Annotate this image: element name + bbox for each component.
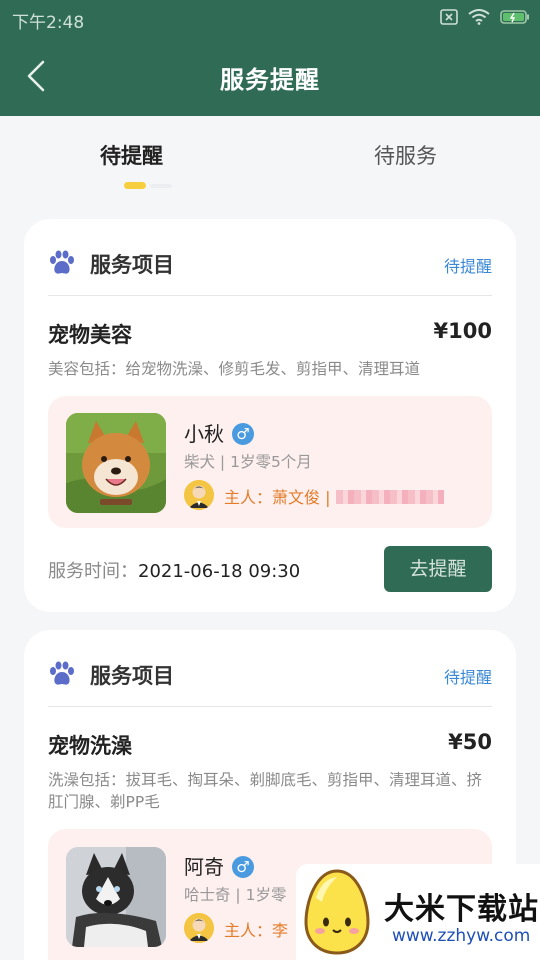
active-tab-indicator [124, 182, 146, 189]
redacted-phone [336, 490, 445, 504]
service-card[interactable]: 服务项目 待提醒 宠物美容 ¥100 美容包括：给宠物洗澡、修剪毛发、剪指甲、清… [24, 219, 516, 612]
status-time: 下午2:48 [12, 13, 85, 33]
pet-breed-age: 哈士奇 | 1岁零 [184, 886, 287, 904]
owner-name: 主人：萧文俊 | [224, 488, 331, 507]
pet-name: 阿奇 [184, 855, 224, 879]
tab-pending-reminder[interactable]: 待提醒 [100, 140, 163, 170]
pet-name-row: 小秋 ♂ [184, 418, 254, 447]
pet-info-box[interactable]: 小秋 ♂ 柴犬 | 1岁零5个月 主人：萧文俊 | [48, 396, 492, 528]
page-title: 服务提醒 [220, 66, 320, 94]
avatar [184, 913, 214, 943]
owner-info: 主人：李 [224, 917, 288, 941]
paw-icon [50, 661, 74, 685]
owner-name: 主人：李 [224, 921, 289, 940]
watermark-logo: 大米下载站 www.zzhyw.com [296, 864, 540, 960]
battery-icon [500, 9, 530, 29]
card-header-label: 服务项目 [90, 664, 174, 688]
pet-name: 小秋 [184, 422, 224, 446]
male-icon: ♂ [232, 856, 254, 878]
service-time-value: 2021-06-18 09:30 [138, 561, 301, 582]
navigation-bar: 服务提醒 [0, 36, 540, 116]
tab-bar: 待提醒 待服务 [0, 120, 540, 200]
remind-button[interactable]: 去提醒 [384, 546, 492, 592]
pet-photo [66, 413, 166, 513]
service-time: 服务时间：2021-06-18 09:30 [48, 557, 300, 583]
avatar [184, 480, 214, 510]
wifi-icon [468, 9, 490, 29]
card-header-label: 服务项目 [90, 253, 174, 277]
tab-pending-service[interactable]: 待服务 [374, 140, 437, 170]
owner-info: 主人：萧文俊 | [224, 484, 445, 508]
pet-photo [66, 847, 166, 947]
watermark-url: www.zzhyw.com [392, 926, 531, 946]
tab-indicator-track [150, 184, 172, 188]
sim-icon [440, 9, 458, 29]
divider [48, 295, 492, 296]
service-description: 美容包括：给宠物洗澡、修剪毛发、剪指甲、清理耳道 [48, 360, 421, 378]
divider [48, 706, 492, 707]
status-badge: 待提醒 [443, 668, 492, 687]
pet-name-row: 阿奇 ♂ [184, 851, 254, 880]
service-time-label: 服务时间： [48, 561, 138, 582]
service-price: ¥100 [433, 319, 492, 343]
paw-icon [50, 250, 74, 274]
male-icon: ♂ [232, 423, 254, 445]
card-header: 服务项目 待提醒 [48, 247, 492, 283]
status-icons [440, 9, 530, 29]
pet-breed-age: 柴犬 | 1岁零5个月 [184, 453, 312, 471]
status-bar: 下午2:48 [0, 0, 540, 36]
status-badge: 待提醒 [443, 257, 492, 276]
card-header: 服务项目 待提醒 [48, 658, 492, 694]
egg-mascot-icon [304, 869, 370, 955]
watermark-name: 大米下载站 [384, 892, 539, 927]
service-name: 宠物美容 [48, 323, 132, 347]
service-description: 洗澡包括：拔耳毛、掏耳朵、剃脚底毛、剪指甲、清理耳道、挤肛门腺、剃PP毛 [48, 771, 483, 811]
service-price: ¥50 [448, 730, 492, 754]
service-name: 宠物洗澡 [48, 734, 132, 758]
